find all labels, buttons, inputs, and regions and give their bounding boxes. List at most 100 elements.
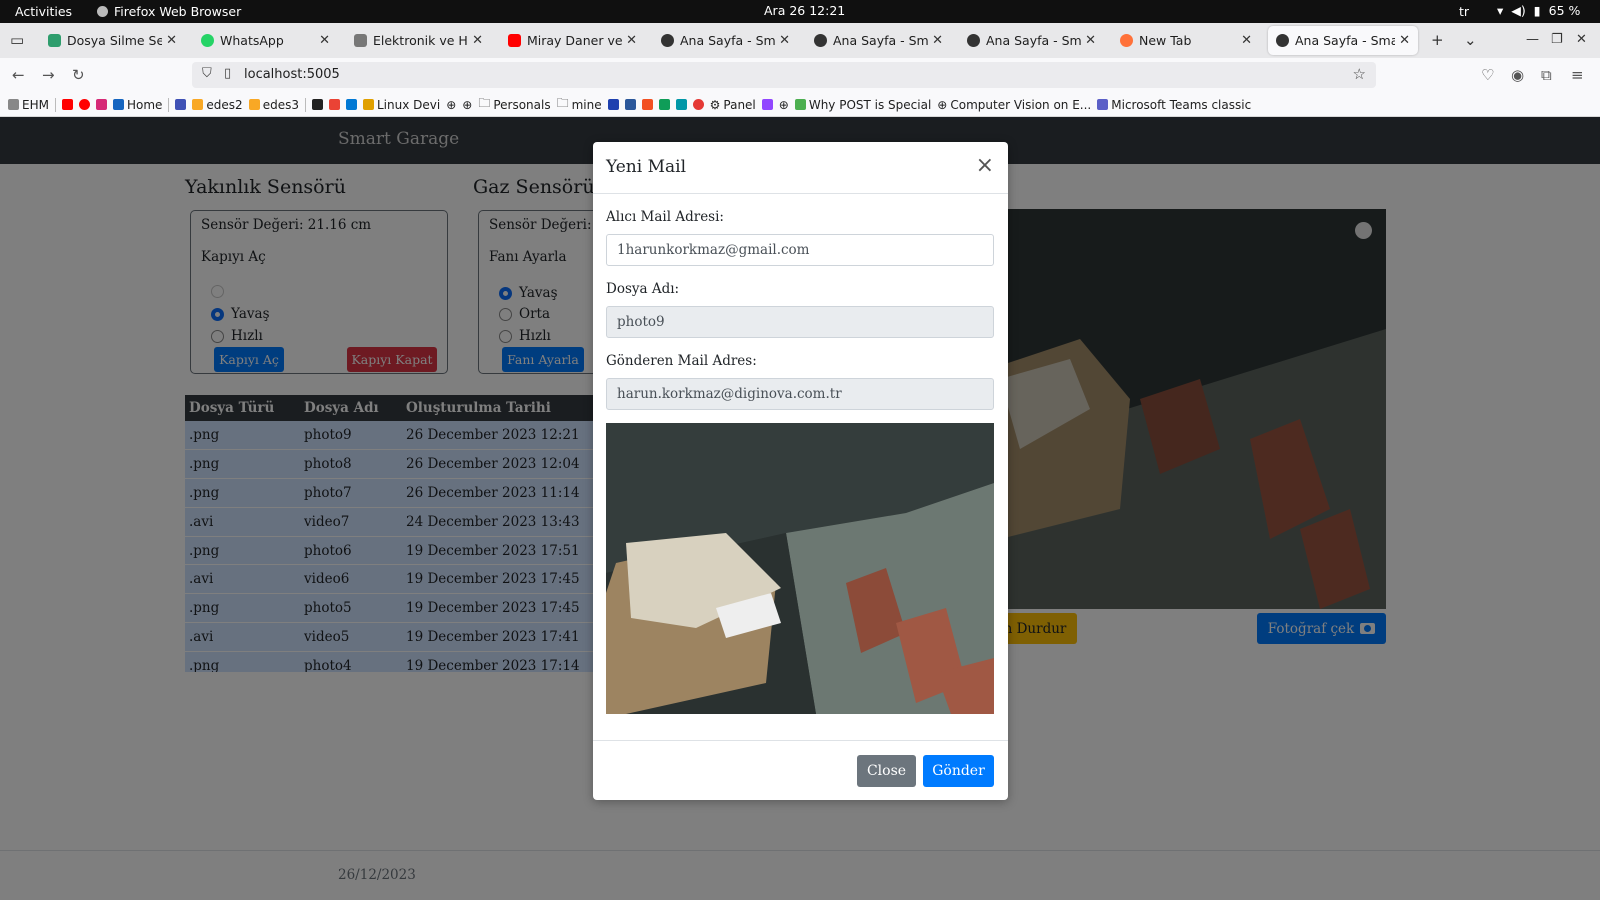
bookmark-globe-1[interactable]: ⊕ bbox=[446, 98, 456, 112]
bookmark-x[interactable] bbox=[311, 99, 323, 110]
close-tab-icon[interactable]: ✕ bbox=[779, 33, 790, 48]
app-menu[interactable]: Firefox Web Browser bbox=[97, 4, 241, 19]
close-icon[interactable]: × bbox=[976, 153, 994, 178]
pocket-icon[interactable]: ♡ bbox=[1481, 66, 1494, 84]
gmail-icon bbox=[328, 99, 340, 110]
close-tab-icon[interactable]: ✕ bbox=[1241, 33, 1252, 48]
bookmark-twitch[interactable] bbox=[761, 99, 773, 110]
bookmark-label: edes2 bbox=[206, 97, 243, 112]
system-tray[interactable]: ▾ ◀) ▮ 65 % bbox=[1497, 3, 1580, 18]
bookmark-globe-3[interactable]: ⊕ bbox=[779, 98, 789, 112]
bookmark-app-3[interactable] bbox=[692, 99, 704, 110]
bookmark-teams[interactable]: Microsoft Teams classic bbox=[1097, 98, 1251, 112]
tab-new-tab[interactable]: New Tab ✕ bbox=[1112, 26, 1260, 55]
window-close-icon[interactable]: ✕ bbox=[1576, 32, 1587, 47]
back-icon[interactable]: ← bbox=[12, 66, 25, 84]
bookmark-label: Home bbox=[126, 97, 163, 112]
photo-preview-image bbox=[606, 423, 994, 714]
tab-favicon-icon bbox=[967, 34, 980, 47]
page-info-icon[interactable]: ▯ bbox=[224, 66, 231, 81]
close-tab-icon[interactable]: ✕ bbox=[1085, 33, 1096, 48]
tab-title: Dosya Silme Servisi bbox=[67, 33, 163, 48]
modal-title: Yeni Mail bbox=[606, 157, 687, 177]
volume-icon: ◀) bbox=[1511, 3, 1526, 18]
tab-ana-sayfa-active[interactable]: Ana Sayfa - Smart G ✕ bbox=[1268, 26, 1418, 55]
close-button[interactable]: Close bbox=[857, 755, 916, 787]
tracking-protection-icon[interactable]: ⛉ bbox=[202, 66, 212, 81]
minimize-icon[interactable]: — bbox=[1526, 32, 1539, 47]
bookmark-outlook[interactable] bbox=[345, 99, 357, 110]
close-tab-icon[interactable]: ✕ bbox=[472, 33, 483, 48]
restore-icon[interactable]: ❐ bbox=[1551, 32, 1563, 47]
activities-button[interactable]: Activities bbox=[15, 4, 72, 19]
forward-icon[interactable]: → bbox=[42, 66, 55, 84]
bookmark-ehm[interactable]: EHM bbox=[8, 98, 49, 112]
extensions-icon[interactable]: ⧉ bbox=[1541, 66, 1552, 84]
account-icon[interactable]: ◉ bbox=[1511, 66, 1524, 84]
tab-overview-icon[interactable]: ▭ bbox=[10, 31, 24, 49]
filename-value: photo9 bbox=[617, 314, 665, 330]
bookmark-why-post[interactable]: Why POST is Special bbox=[794, 98, 931, 112]
keyboard-layout[interactable]: tr bbox=[1459, 4, 1469, 19]
bookmark-youtube[interactable] bbox=[61, 99, 73, 110]
tab-ana-sayfa-3[interactable]: Ana Sayfa - Smart G ✕ bbox=[959, 26, 1104, 55]
bookmark-label: Microsoft Teams classic bbox=[1111, 97, 1252, 112]
tab-dosya-silme[interactable]: Dosya Silme Servisi ✕ bbox=[40, 26, 185, 55]
bookmark-personals[interactable]: 🗀 Personals bbox=[478, 94, 550, 115]
send-button[interactable]: Gönder bbox=[923, 755, 994, 787]
bookmark-edes3[interactable]: edes3 bbox=[248, 98, 299, 112]
bookmark-computer-vision[interactable]: ⊕ Computer Vision on E... bbox=[937, 98, 1091, 112]
bookmark-mine[interactable]: 🗀 mine bbox=[557, 94, 602, 115]
close-tab-icon[interactable]: ✕ bbox=[932, 33, 943, 48]
tab-youtube[interactable]: Miray Daner ve Birce ✕ bbox=[500, 26, 645, 55]
close-tab-icon[interactable]: ✕ bbox=[1399, 33, 1410, 48]
bookmark-icon bbox=[794, 99, 806, 110]
tab-list-chevron-icon[interactable]: ⌄ bbox=[1464, 31, 1477, 49]
tab-ana-sayfa-2[interactable]: Ana Sayfa - Smart G ✕ bbox=[806, 26, 951, 55]
bookmark-separator bbox=[54, 97, 56, 112]
menu-icon[interactable]: ≡ bbox=[1571, 66, 1584, 84]
bookmark-app[interactable] bbox=[175, 99, 187, 110]
tab-whatsapp[interactable]: WhatsApp ✕ bbox=[193, 26, 338, 55]
bookmark-star-icon[interactable]: ☆ bbox=[1353, 65, 1366, 83]
bookmark-linux[interactable]: Linux Devi bbox=[362, 98, 440, 112]
bookmark-panel[interactable]: ⚙ Panel bbox=[710, 98, 756, 112]
tab-elektronik[interactable]: Elektronik ve Haber ✕ bbox=[346, 26, 491, 55]
bookmark-tool-1[interactable] bbox=[607, 99, 619, 110]
globe-icon: ⊕ bbox=[937, 97, 948, 112]
tab-favicon-icon bbox=[354, 34, 367, 47]
url-text[interactable]: localhost:5005 bbox=[244, 67, 340, 82]
bookmark-microsoft[interactable] bbox=[641, 99, 653, 110]
bookmark-instagram[interactable] bbox=[95, 99, 107, 110]
sender-email-input[interactable]: harun.korkmaz@diginova.com.tr bbox=[606, 378, 994, 410]
bookmark-drive[interactable] bbox=[658, 99, 670, 110]
firefox-icon bbox=[1120, 34, 1133, 47]
microsoft-icon bbox=[641, 99, 653, 110]
reload-icon[interactable]: ↻ bbox=[72, 66, 85, 84]
bookmark-globe-2[interactable]: ⊕ bbox=[462, 98, 472, 112]
bookmark-youtube-music[interactable] bbox=[78, 99, 90, 110]
close-tab-icon[interactable]: ✕ bbox=[626, 33, 637, 48]
bookmark-label: mine bbox=[571, 97, 602, 112]
modal-footer: Close Gönder bbox=[593, 740, 1008, 800]
filename-input[interactable]: photo9 bbox=[606, 306, 994, 338]
tab-title: New Tab bbox=[1139, 33, 1192, 48]
tab-favicon-icon bbox=[1276, 34, 1289, 47]
bookmark-home[interactable]: Home bbox=[112, 97, 163, 112]
clock[interactable]: Ara 26 12:21 bbox=[764, 3, 845, 18]
bookmark-app-2[interactable] bbox=[675, 99, 687, 110]
tab-title: Ana Sayfa - Smart G bbox=[833, 33, 929, 48]
close-tab-icon[interactable]: ✕ bbox=[319, 33, 330, 48]
bookmark-gmail[interactable] bbox=[328, 99, 340, 110]
url-bar[interactable]: ⛉ ▯ localhost:5005 ☆ bbox=[192, 62, 1376, 88]
bookmark-icon bbox=[8, 99, 19, 110]
youtube-icon bbox=[61, 99, 73, 110]
close-tab-icon[interactable]: ✕ bbox=[166, 33, 177, 48]
recipient-email-input[interactable]: 1harunkorkmaz@gmail.com bbox=[606, 234, 994, 266]
new-tab-icon[interactable]: + bbox=[1431, 31, 1444, 49]
bookmark-word[interactable] bbox=[624, 99, 636, 110]
battery-icon: ▮ bbox=[1533, 3, 1541, 18]
bookmark-edes2[interactable]: edes2 bbox=[192, 97, 243, 112]
attachment-photo-preview bbox=[606, 423, 994, 714]
tab-ana-sayfa-1[interactable]: Ana Sayfa - Smart G ✕ bbox=[653, 26, 798, 55]
